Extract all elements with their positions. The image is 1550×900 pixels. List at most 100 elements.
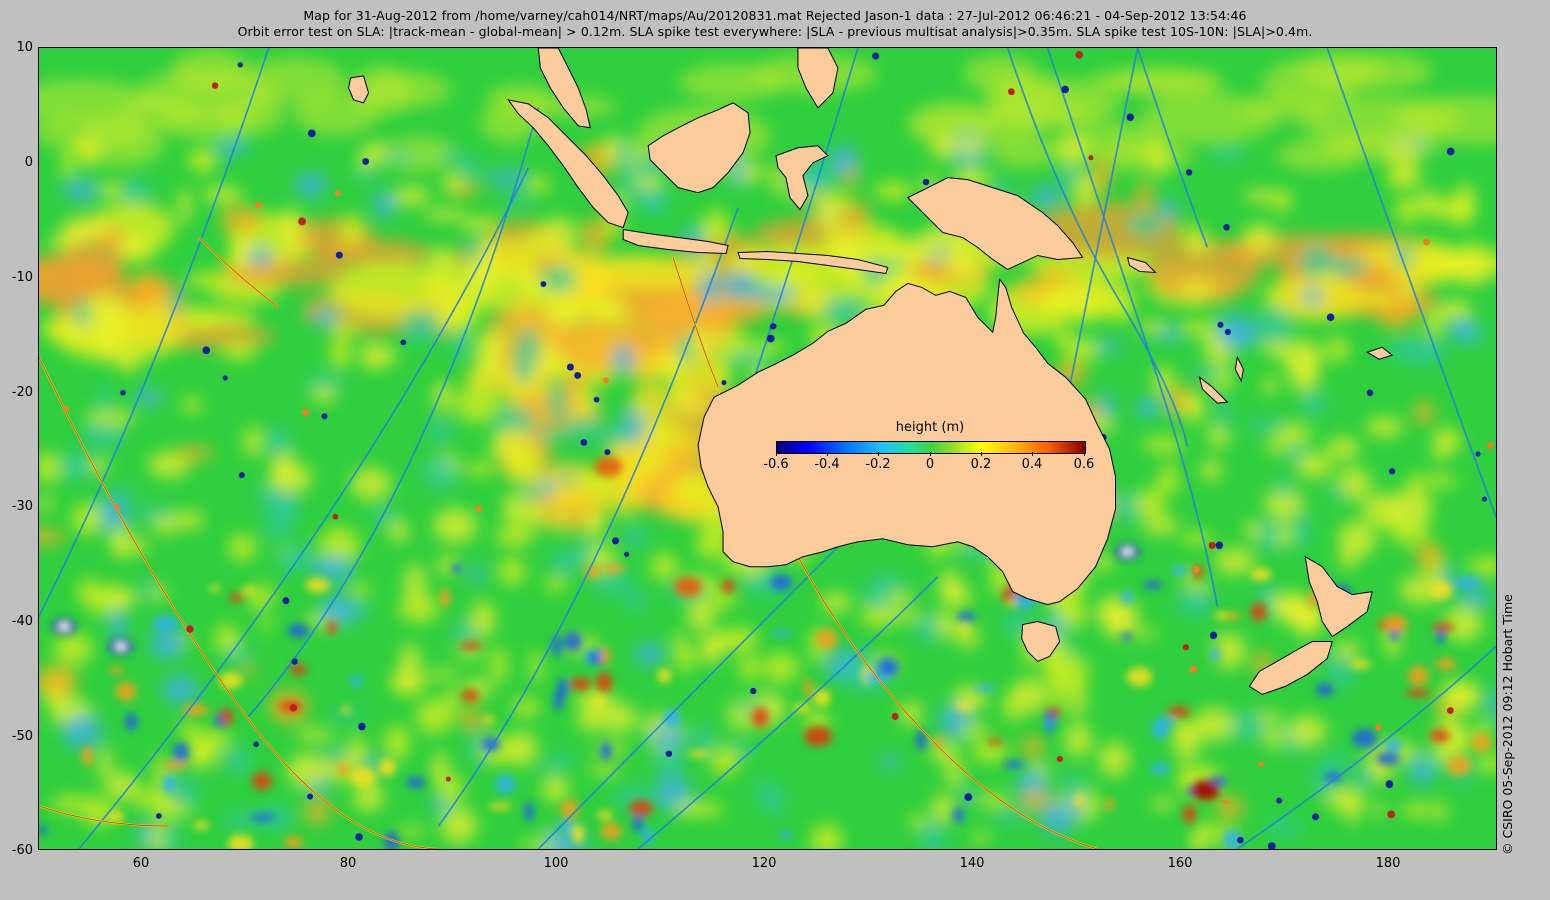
- rejected-data-point: [255, 201, 262, 209]
- anomaly-patch: [1180, 279, 1212, 299]
- rejected-data-point: [770, 323, 777, 330]
- anomaly-patch: [1432, 800, 1446, 823]
- anomaly-patch: [1216, 795, 1244, 820]
- rejected-data-point: [1185, 169, 1193, 176]
- anomaly-patch: [402, 310, 440, 344]
- x-tick-label: 80: [339, 856, 357, 871]
- anomaly-patch: [57, 622, 70, 631]
- anomaly-patch: [511, 446, 541, 468]
- anomaly-patch: [973, 830, 988, 846]
- anomaly-patch: [175, 510, 204, 530]
- colorbar-tick-label: 0.6: [1073, 457, 1095, 472]
- anomaly-patch: [465, 462, 496, 477]
- anomaly-patch: [1372, 802, 1386, 817]
- anomaly-patch: [1060, 337, 1101, 362]
- anomaly-patch: [622, 524, 648, 547]
- anomaly-patch: [162, 760, 189, 770]
- anomaly-patch: [319, 303, 339, 318]
- colorbar-tick-label: -0.2: [865, 457, 891, 472]
- rejected-data-point: [1375, 723, 1382, 731]
- anomaly-patch: [954, 138, 987, 157]
- anomaly-patch: [751, 706, 769, 728]
- anomaly-patch: [632, 814, 643, 833]
- anomaly-patch: [231, 234, 252, 270]
- anomaly-patch: [228, 533, 256, 561]
- rejected-data-point: [1215, 541, 1224, 550]
- anomaly-patch: [560, 470, 577, 487]
- rejected-data-point: [1208, 541, 1216, 549]
- anomaly-patch: [131, 788, 171, 808]
- rejected-data-point: [1061, 85, 1069, 94]
- anomaly-patch: [97, 746, 112, 781]
- anomaly-patch: [433, 380, 453, 412]
- rejected-data-point: [400, 339, 407, 346]
- anomaly-patch: [1043, 183, 1061, 208]
- rejected-data-point: [1192, 566, 1200, 573]
- anomaly-patch: [63, 713, 102, 751]
- rejected-data-point: [355, 833, 363, 841]
- anomaly-patch: [1418, 757, 1444, 771]
- rejected-data-point: [222, 375, 228, 381]
- anomaly-patch: [1063, 722, 1092, 757]
- y-tick-label: -20: [11, 385, 33, 400]
- anomaly-patch: [283, 835, 304, 849]
- anomaly-patch: [634, 174, 663, 191]
- anomaly-patch: [259, 616, 273, 632]
- anomaly-patch: [615, 139, 635, 176]
- anomaly-patch: [1471, 732, 1492, 753]
- anomaly-patch: [1121, 547, 1134, 556]
- anomaly-patch: [600, 822, 623, 841]
- y-tick-label: -10: [11, 270, 33, 285]
- anomaly-patch: [803, 726, 832, 747]
- anomaly-patch: [659, 354, 685, 381]
- rejected-data-point: [1217, 321, 1224, 328]
- anomaly-patch: [1407, 665, 1430, 686]
- rejected-data-point: [1481, 496, 1488, 502]
- anomaly-patch: [193, 821, 210, 830]
- anomaly-patch: [433, 508, 477, 544]
- anomaly-patch: [1262, 375, 1278, 395]
- anomaly-patch: [527, 175, 550, 195]
- rejected-data-point: [1224, 328, 1231, 336]
- sea-level-anomaly-map[interactable]: [38, 47, 1497, 850]
- anomaly-patch: [443, 172, 463, 195]
- anomaly-patch: [174, 446, 214, 461]
- anomaly-patch: [1226, 612, 1242, 620]
- anomaly-patch: [1003, 691, 1023, 723]
- anomaly-patch: [173, 741, 189, 763]
- colorbar-tick-label: 0: [925, 457, 935, 472]
- anomaly-patch: [738, 654, 760, 681]
- anomaly-patch: [1180, 531, 1213, 546]
- anomaly-patch: [221, 341, 257, 361]
- anomaly-patch: [351, 673, 362, 689]
- anomaly-patch: [439, 148, 462, 164]
- anomaly-patch: [330, 321, 360, 336]
- anomaly-patch: [1214, 548, 1256, 575]
- anomaly-patch: [906, 233, 944, 260]
- anomaly-patch: [1120, 632, 1133, 641]
- anomaly-patch: [305, 577, 331, 593]
- rejected-data-point: [211, 82, 219, 89]
- anomaly-patch: [1276, 477, 1292, 499]
- anomaly-patch: [570, 677, 592, 691]
- rejected-data-point: [766, 334, 775, 343]
- anomaly-patch: [495, 774, 516, 795]
- anomaly-patch: [287, 623, 310, 638]
- x-tick-label: 140: [959, 856, 985, 871]
- anomaly-patch: [268, 463, 313, 493]
- anomaly-patch: [61, 451, 86, 482]
- colorbar-gradient: [776, 441, 1086, 454]
- rejected-data-point: [593, 396, 600, 403]
- anomaly-patch: [1126, 667, 1153, 687]
- anomaly-patch: [1125, 213, 1166, 236]
- anomaly-patch: [295, 728, 334, 742]
- anomaly-patch: [497, 557, 526, 586]
- rejected-data-point: [1446, 147, 1455, 156]
- anomaly-patch: [1415, 542, 1444, 570]
- rejected-data-point: [289, 704, 298, 712]
- anomaly-patch: [71, 502, 103, 536]
- anomaly-patch: [1345, 796, 1360, 825]
- anomaly-patch: [957, 612, 976, 622]
- anomaly-patch: [1387, 168, 1422, 186]
- anomaly-patch: [637, 354, 653, 365]
